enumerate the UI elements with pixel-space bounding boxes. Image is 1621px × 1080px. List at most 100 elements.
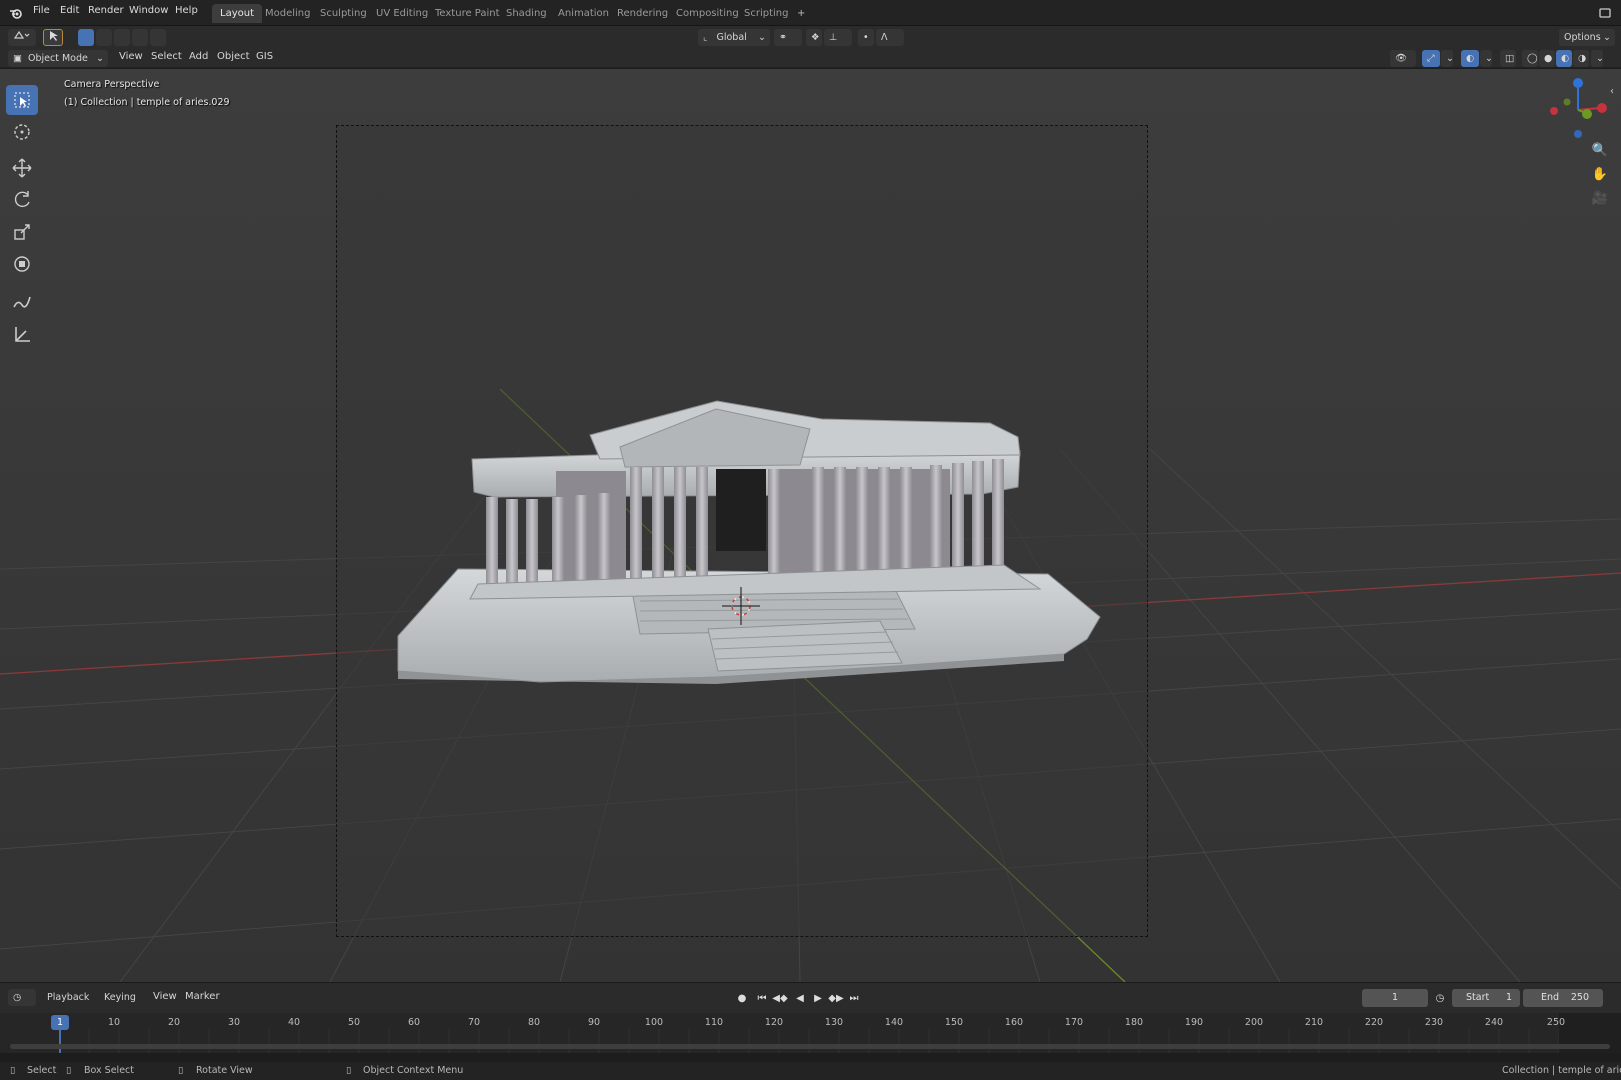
overlay-dropdown[interactable]: ⌄ bbox=[1480, 50, 1493, 67]
snap-target-dropdown[interactable]: ⊥ bbox=[824, 29, 852, 46]
scale-icon[interactable] bbox=[6, 217, 38, 247]
top-bar: File Edit Render Window Help Layout Mode… bbox=[0, 0, 1621, 26]
pan-hand-icon[interactable]: ✋ bbox=[1589, 164, 1611, 186]
shading-rendered-icon[interactable]: ◑ bbox=[1573, 50, 1589, 67]
gizmo-dropdown[interactable]: ⌄ bbox=[1441, 50, 1454, 67]
playhead-line bbox=[59, 1030, 61, 1053]
jump-start-icon[interactable]: ⏮ bbox=[754, 991, 770, 1007]
shading-material-icon[interactable]: ◐ bbox=[1556, 50, 1572, 67]
tab-texture-paint[interactable]: Texture Paint bbox=[427, 4, 508, 23]
tool-header: ⌞ Global ⌄ ⚭ ❖ ⊥ • Λ Options ⌄ bbox=[0, 26, 1621, 48]
current-frame-field[interactable]: 1 bbox=[1362, 989, 1428, 1007]
editor-type-button[interactable] bbox=[8, 29, 36, 46]
frame-tick: 120 bbox=[764, 1017, 784, 1028]
tab-scripting[interactable]: Scripting bbox=[736, 4, 796, 23]
frame-tick: 140 bbox=[884, 1017, 904, 1028]
jump-end-icon[interactable]: ⏭ bbox=[846, 991, 862, 1007]
record-icon[interactable]: ● bbox=[734, 991, 750, 1007]
timeline-scrollbar[interactable] bbox=[10, 1044, 1610, 1049]
menu-render[interactable]: Render bbox=[88, 5, 124, 16]
start-label: Start bbox=[1466, 992, 1490, 1003]
current-frame-value: 1 bbox=[1391, 992, 1399, 1003]
timeline[interactable]: ◷ ⌄ Playback ⌄ Keying ⌄ View Marker ● ⏮ … bbox=[0, 982, 1621, 1053]
menu-help[interactable]: Help bbox=[175, 5, 198, 16]
frame-tick: 170 bbox=[1064, 1017, 1084, 1028]
overlay-toggle[interactable]: ◐ bbox=[1461, 50, 1479, 67]
add-workspace-button[interactable]: + bbox=[789, 4, 813, 23]
jump-keyframe-forward-icon[interactable]: ◆▶ bbox=[828, 991, 844, 1007]
scene-icon[interactable] bbox=[1598, 6, 1612, 20]
tab-sculpting[interactable]: Sculpting bbox=[312, 4, 375, 23]
timeline-menu-view[interactable]: View bbox=[153, 991, 177, 1002]
mouse-left-drag-icon: ▯ bbox=[66, 1065, 72, 1076]
zoom-icon[interactable]: 🔍 bbox=[1589, 140, 1611, 162]
camera-view-icon[interactable]: 🎥 bbox=[1589, 188, 1611, 210]
playback-dropdown[interactable]: Playback ⌄ bbox=[42, 989, 96, 1020]
tab-uv-editing[interactable]: UV Editing bbox=[368, 4, 436, 23]
object-mode-dropdown[interactable]: ▣ Object Mode ⌄ bbox=[8, 50, 108, 67]
status-box-select: Box Select bbox=[84, 1065, 134, 1076]
transform-orientation-dropdown[interactable]: ⌞ Global ⌄ bbox=[698, 29, 770, 46]
select-mode-new-icon[interactable] bbox=[78, 29, 94, 46]
select-mode-invert-icon[interactable] bbox=[132, 29, 148, 46]
blender-logo-icon[interactable] bbox=[9, 6, 23, 20]
timeline-menu-marker[interactable]: Marker bbox=[185, 991, 220, 1002]
select-box-icon[interactable] bbox=[6, 85, 38, 115]
frame-tick: 230 bbox=[1424, 1017, 1444, 1028]
chevron-down-icon: ⌄ bbox=[96, 53, 104, 64]
end-frame-field[interactable]: End 250 bbox=[1523, 989, 1603, 1007]
menu-file[interactable]: File bbox=[33, 5, 50, 16]
options-dropdown[interactable]: Options ⌄ bbox=[1559, 29, 1615, 46]
annotate-icon[interactable] bbox=[6, 287, 38, 317]
tab-layout[interactable]: Layout bbox=[212, 4, 262, 23]
tab-rendering[interactable]: Rendering bbox=[609, 4, 676, 23]
play-reverse-icon[interactable]: ◀ bbox=[792, 991, 808, 1007]
select-mode-subtract-icon[interactable] bbox=[114, 29, 130, 46]
pivot-point-dropdown[interactable]: ⚭ bbox=[774, 29, 802, 46]
frame-tick: 190 bbox=[1184, 1017, 1204, 1028]
frame-tick: 130 bbox=[824, 1017, 844, 1028]
select-tool-button[interactable] bbox=[43, 29, 63, 46]
select-mode-extend-icon[interactable] bbox=[96, 29, 112, 46]
shading-dropdown[interactable]: ⌄ bbox=[1591, 50, 1604, 67]
tab-animation[interactable]: Animation bbox=[550, 4, 617, 23]
menu-gis[interactable]: GIS bbox=[256, 51, 273, 62]
measure-icon[interactable] bbox=[6, 319, 38, 349]
3d-viewport[interactable]: Camera Perspective (1) Collection | temp… bbox=[0, 69, 1621, 982]
menu-view[interactable]: View bbox=[119, 51, 143, 62]
xray-toggle[interactable]: ◫ bbox=[1500, 50, 1516, 67]
options-label: Options bbox=[1564, 32, 1601, 43]
menu-add[interactable]: Add bbox=[189, 51, 208, 62]
tab-compositing[interactable]: Compositing bbox=[668, 4, 747, 23]
select-mode-intersect-icon[interactable] bbox=[150, 29, 166, 46]
keying-dropdown[interactable]: Keying ⌄ bbox=[99, 989, 145, 1020]
transform-icon[interactable] bbox=[6, 249, 38, 279]
shading-solid-icon[interactable]: ● bbox=[1539, 50, 1555, 67]
camera-frame bbox=[336, 125, 1148, 937]
snap-toggle[interactable]: ❖ bbox=[806, 29, 822, 46]
proportional-falloff-dropdown[interactable]: Λ bbox=[876, 29, 904, 46]
menu-object[interactable]: Object bbox=[217, 51, 250, 62]
menu-select[interactable]: Select bbox=[151, 51, 182, 62]
collapse-sidebar-icon[interactable]: ‹ bbox=[1605, 81, 1619, 103]
shading-wireframe-icon[interactable]: ◯ bbox=[1522, 50, 1538, 67]
visibility-dropdown[interactable]: 👁 bbox=[1390, 50, 1416, 67]
end-label: End bbox=[1541, 992, 1560, 1003]
menu-window[interactable]: Window bbox=[129, 5, 168, 16]
proportional-edit-toggle[interactable]: • bbox=[858, 29, 874, 46]
tab-modeling[interactable]: Modeling bbox=[257, 4, 319, 23]
start-frame-field[interactable]: Start 1 bbox=[1452, 989, 1520, 1007]
frame-tick: 80 bbox=[527, 1017, 541, 1028]
tab-shading[interactable]: Shading bbox=[498, 4, 555, 23]
status-context-menu: Object Context Menu bbox=[363, 1065, 464, 1076]
gizmo-toggle[interactable]: ⤢ bbox=[1422, 50, 1440, 67]
jump-keyframe-back-icon[interactable]: ◀◆ bbox=[772, 991, 788, 1007]
playhead[interactable]: 1 bbox=[51, 1015, 69, 1030]
play-icon[interactable]: ▶ bbox=[810, 991, 826, 1007]
rotate-icon[interactable] bbox=[6, 185, 38, 215]
cursor-icon[interactable] bbox=[6, 117, 38, 147]
preview-range-clock-icon[interactable]: ◷ bbox=[1432, 991, 1448, 1007]
timeline-editor-type-button[interactable]: ◷ ⌄ bbox=[8, 989, 36, 1020]
move-icon[interactable] bbox=[6, 153, 38, 183]
menu-edit[interactable]: Edit bbox=[60, 5, 79, 16]
